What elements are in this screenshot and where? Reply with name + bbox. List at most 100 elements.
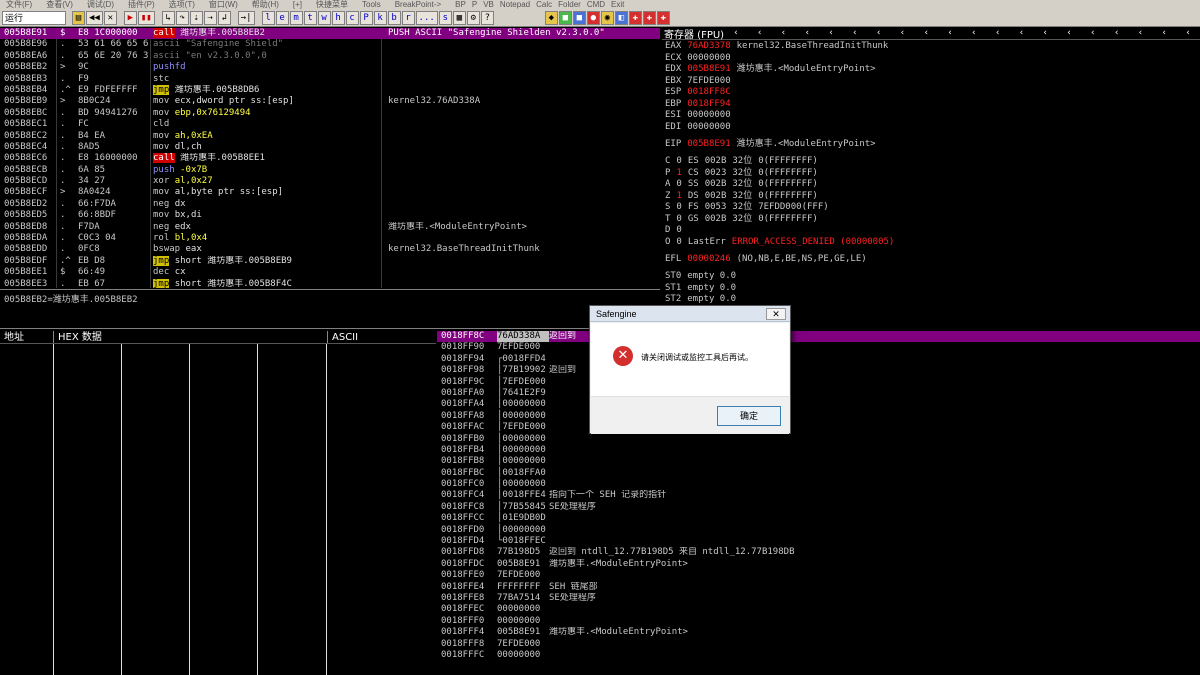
stack-row[interactable]: 0018FFF0 00000000 — [437, 616, 1200, 627]
disasm-row[interactable]: 005B8EC6. E8 16000000 call 潍坊惠丰.005B8EE1 — [0, 153, 660, 164]
stack-row[interactable]: 0018FFC0 │00000000 — [437, 479, 1200, 490]
chevron-left-icon[interactable]: ‹ — [1066, 28, 1071, 40]
disasm-row[interactable]: 005B8EE1 $66:49 dec cx — [0, 267, 660, 278]
registers-pane[interactable]: EAX 76AD3378 kernel32.BaseThreadInitThunk E… — [662, 40, 1200, 330]
callstack-window-button[interactable]: k — [373, 10, 387, 25]
stack-row[interactable]: 0018FFB4 │00000000 — [437, 445, 1200, 456]
open-file-icon[interactable]: ▤ — [72, 10, 85, 25]
menu-window[interactable]: 窗口(W) — [209, 0, 238, 9]
modules-window-button[interactable]: e — [275, 10, 289, 25]
menu-exit[interactable]: Exit — [611, 0, 624, 9]
disasm-row[interactable]: 005B8EDF .^ EB D8 jmp short 潍坊惠丰.005B8EB9 — [0, 255, 660, 267]
disasm-row[interactable]: 005B8EB3. F9 stc — [0, 74, 660, 85]
chevron-left-icon[interactable]: ‹ — [947, 28, 952, 40]
disasm-row[interactable]: 005B8EB2 >9C pushfd — [0, 62, 660, 73]
stack-row[interactable]: 0018FFD4 └0018FFEC — [437, 536, 1200, 547]
stack-row[interactable]: 0018FFA0 │7641E2F9 — [437, 388, 1200, 399]
disasm-row[interactable]: 005B8EE3. EB 67 jmp short 潍坊惠丰.005B8F4C — [0, 278, 660, 288]
plugin-icon-7[interactable]: ✚ — [628, 10, 642, 25]
windows-window-button[interactable]: w — [317, 10, 331, 25]
chevron-left-icon[interactable]: ‹ — [971, 28, 976, 40]
disasm-row[interactable]: 005B8E91 $ E8 1C000000 call 潍坊惠丰.005B8EB2 PU… — [0, 28, 660, 40]
chevron-left-icon[interactable]: ‹ — [900, 28, 905, 40]
execute-till-return-icon[interactable]: ↲ — [217, 10, 231, 25]
menu-calc[interactable]: Calc — [536, 0, 552, 9]
stack-row[interactable]: 0018FFFC 00000000 — [437, 650, 1200, 661]
chevron-left-icon[interactable]: ‹ — [1019, 28, 1024, 40]
cpu-window-button[interactable]: c — [345, 10, 359, 25]
stack-row[interactable]: 0018FFBC │0018FFA0 — [437, 468, 1200, 479]
disasm-row[interactable]: 005B8ECD. 34 27 xor al,0x27 — [0, 176, 660, 187]
plugin-icon-1[interactable]: ◆ — [544, 10, 558, 25]
menu-options[interactable]: 选项(T) — [169, 0, 195, 9]
chevron-left-icon[interactable]: ‹ — [781, 28, 786, 40]
chevron-left-icon[interactable]: ‹ — [1043, 28, 1048, 40]
stack-row[interactable]: 0018FFA8 │00000000 — [437, 411, 1200, 422]
stack-row[interactable]: 0018FFC4 │0018FFE4 指向下一个 SEH 记录的指针 — [437, 490, 1200, 501]
goto-icon[interactable]: →| — [237, 10, 255, 25]
stack-row[interactable]: 0018FFC8 │77B55845 SE处理程序 — [437, 502, 1200, 513]
threads-window-button[interactable]: t — [303, 10, 317, 25]
disasm-row[interactable]: 005B8EB9 >8B0C24 mov ecx,dword ptr ss:[esp… — [0, 96, 660, 107]
chevron-left-icon[interactable]: ‹ — [1138, 28, 1143, 40]
chevron-left-icon[interactable]: ‹ — [1090, 28, 1095, 40]
ok-button[interactable]: 确定 — [717, 406, 781, 426]
memory-window-button[interactable]: m — [289, 10, 303, 25]
run-icon[interactable]: ▶ — [123, 10, 137, 25]
menu-debug[interactable]: 调试(D) — [87, 0, 114, 9]
stack-row[interactable]: 0018FFB8 │00000000 — [437, 456, 1200, 467]
close-process-icon[interactable]: ✕ — [103, 10, 117, 25]
menu-p[interactable]: P — [472, 0, 477, 9]
disasm-row[interactable]: 005B8ED8. F7DA neg edx 潍坊惠丰.<ModuleEntryPoi… — [0, 222, 660, 233]
menu-vb[interactable]: VB — [483, 0, 494, 9]
grid-icon[interactable]: ▦ — [452, 10, 466, 25]
stack-row[interactable]: 0018FFEC 00000000 — [437, 604, 1200, 615]
log-window-button[interactable]: l — [261, 10, 275, 25]
disasm-row[interactable]: 005B8EBC. BD 94941276 mov ebp,0x76129494 — [0, 108, 660, 119]
menu-plugins[interactable]: 插件(P) — [128, 0, 155, 9]
stack-row[interactable]: 0018FF9C │7EFDE000 — [437, 377, 1200, 388]
disasm-row[interactable]: 005B8EDD. 0FC8 bswap eax kernel32.BaseThrea… — [0, 244, 660, 255]
disasm-row[interactable]: 005B8EC2. B4 EA mov ah,0xEA — [0, 131, 660, 142]
plugin-icon-4[interactable]: ● — [586, 10, 600, 25]
plugin-icon-6[interactable]: ◧ — [614, 10, 628, 25]
menu-plus[interactable]: [+] — [293, 0, 302, 9]
stack-row[interactable]: 0018FFE4 FFFFFFFF SEH 链尾部 — [437, 582, 1200, 593]
help-icon[interactable]: ? — [480, 10, 494, 25]
stack-row[interactable]: 0018FF90 7EFDE000 — [437, 342, 1200, 353]
disasm-row[interactable]: 005B8ED2. 66:F7DA neg dx — [0, 199, 660, 210]
stack-row[interactable]: 0018FF8C 76AD338A 返回到 — [437, 331, 1200, 343]
trace-into-icon[interactable]: ⇣ — [189, 10, 203, 25]
step-over-icon[interactable]: ↷ — [175, 10, 189, 25]
menu-cmd[interactable]: CMD — [587, 0, 605, 9]
chevron-left-icon[interactable]: ‹ — [1185, 28, 1190, 40]
dialog-close-button[interactable]: ✕ — [766, 308, 786, 320]
stack-row[interactable]: 0018FF94 ┌0018FFD4 — [437, 354, 1200, 365]
menu-breakpoint[interactable]: BreakPoint-> — [395, 0, 441, 9]
chevron-left-icon[interactable]: ‹ — [1162, 28, 1167, 40]
chevron-left-icon[interactable]: ‹ — [995, 28, 1000, 40]
stack-row[interactable]: 0018FFE0 7EFDE000 — [437, 570, 1200, 581]
chevron-left-icon[interactable]: ‹ — [828, 28, 833, 40]
disasm-row[interactable]: 005B8EA6. 65 6E 20 76 3 ascii "en v2.3.0.0… — [0, 51, 660, 62]
trace-over-icon[interactable]: ⇢ — [203, 10, 217, 25]
chevron-left-icon[interactable]: ‹ — [852, 28, 857, 40]
dump-pane[interactable] — [0, 344, 436, 675]
stack-row[interactable]: 0018FFF8 7EFDE000 — [437, 639, 1200, 650]
chevron-left-icon[interactable]: ‹ — [924, 28, 929, 40]
stack-row[interactable]: 0018FFE8 77BA7514 SE处理程序 — [437, 593, 1200, 604]
plugin-icon-5[interactable]: ◉ — [600, 10, 614, 25]
disasm-row[interactable]: 005B8ECF >8A0424 mov al,byte ptr ss:[esp] — [0, 187, 660, 198]
stack-row[interactable]: 0018FFDC 005B8E91 潍坊惠丰.<ModuleEntryPoint> — [437, 559, 1200, 570]
disassembly-pane[interactable]: 005B8E91 $ E8 1C000000 call 潍坊惠丰.005B8EB2 PU… — [0, 28, 660, 288]
references-window-button[interactable]: r — [401, 10, 415, 25]
patches-window-button[interactable]: P — [359, 10, 373, 25]
stack-row[interactable]: 0018FFD0 │00000000 — [437, 525, 1200, 536]
handles-window-button[interactable]: h — [331, 10, 345, 25]
disasm-row[interactable]: 005B8EB4 .^ E9 FDFEFFFF jmp 潍坊惠丰.005B8DB6 — [0, 84, 660, 96]
options-icon[interactable]: ⚙ — [466, 10, 480, 25]
stack-row[interactable]: 0018FFB0 │00000000 — [437, 434, 1200, 445]
plugin-icon-2[interactable]: ■ — [558, 10, 572, 25]
disasm-row[interactable]: 005B8E96. 53 61 66 65 6 ascii "Safengine S… — [0, 39, 660, 50]
menu-help[interactable]: 帮助(H) — [252, 0, 279, 9]
